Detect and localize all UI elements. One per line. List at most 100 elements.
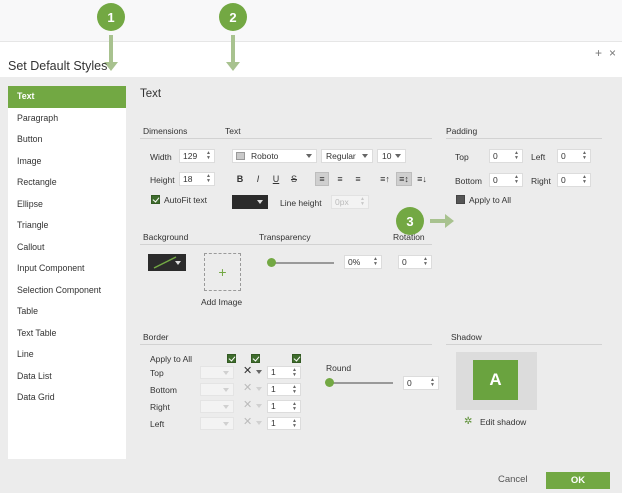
close-icon[interactable]: × (609, 46, 616, 60)
shadow-heading: Shadow (451, 332, 482, 342)
border-style-apply-all-checkbox[interactable] (251, 354, 260, 363)
border-left-style-select[interactable]: ✕ (241, 417, 263, 430)
padding-top-label: Top (455, 152, 469, 162)
valign-bottom-button[interactable]: ≡↓ (414, 172, 430, 186)
border-left-label: Left (150, 419, 165, 429)
border-left-color-select[interactable] (200, 417, 234, 430)
border-right-style-select[interactable]: ✕ (241, 400, 263, 413)
round-input[interactable]: 0 ▲ ▼ (403, 376, 439, 390)
line-height-input[interactable]: 0px ▲ ▼ (331, 195, 369, 209)
border-top-style-select[interactable]: ✕ (241, 366, 263, 379)
sidebar-item-text-table[interactable]: Text Table (8, 323, 126, 345)
valign-top-button[interactable]: ≡↑ (377, 172, 393, 186)
sidebar-item-data-grid[interactable]: Data Grid (8, 387, 126, 409)
padding-bottom-label: Bottom (455, 176, 482, 186)
border-width-apply-all-checkbox[interactable] (292, 354, 301, 363)
background-color-picker[interactable] (148, 254, 186, 271)
sidebar-item-paragraph[interactable]: Paragraph (8, 108, 126, 130)
font-size-select[interactable]: 10 (377, 149, 406, 163)
border-top-width-input[interactable]: 1 ▲ ▼ (267, 366, 301, 379)
height-input[interactable]: 18 ▲ ▼ (179, 172, 215, 186)
padding-left-input[interactable]: 0 ▲ ▼ (557, 149, 591, 163)
sidebar-item-selection-component[interactable]: Selection Component (8, 280, 126, 302)
cancel-button[interactable]: Cancel (498, 474, 528, 485)
padding-top-input[interactable]: 0 ▲ ▼ (489, 149, 523, 163)
border-color-apply-all-checkbox[interactable] (227, 354, 236, 363)
add-image-label: Add Image (201, 297, 243, 307)
callout-3-arrow (430, 214, 454, 228)
height-label: Height (150, 175, 175, 185)
round-slider-track[interactable] (330, 382, 393, 384)
border-bottom-style-select[interactable]: ✕ (241, 383, 263, 396)
bottom-divider-right (446, 344, 602, 345)
callout-2: 2 (219, 3, 247, 31)
mid-divider (140, 244, 432, 245)
autofit-label: AutoFit text (164, 195, 207, 205)
callout-2-arrow (226, 35, 240, 71)
border-left-width-input[interactable]: 1 ▲ ▼ (267, 417, 301, 430)
padding-apply-all-checkbox[interactable] (456, 195, 465, 204)
gear-icon[interactable]: ✲ (464, 416, 472, 427)
width-label: Width (150, 152, 172, 162)
sidebar-item-callout[interactable]: Callout (8, 237, 126, 259)
bold-button[interactable]: B (233, 172, 247, 186)
align-left-button[interactable]: ≡ (315, 172, 329, 186)
italic-button[interactable]: I (251, 172, 265, 186)
autofit-checkbox[interactable] (151, 195, 160, 204)
ok-button[interactable]: OK (546, 472, 610, 489)
transparency-slider-knob[interactable] (267, 258, 276, 267)
sidebar-item-text[interactable]: Text (8, 86, 126, 108)
padding-right-input[interactable]: 0 ▲ ▼ (557, 173, 591, 187)
round-label: Round (326, 363, 352, 373)
add-icon[interactable]: + (595, 46, 602, 60)
align-center-button[interactable]: ≡ (333, 172, 347, 186)
border-right-color-select[interactable] (200, 400, 234, 413)
underline-button[interactable]: U (269, 172, 283, 186)
transparency-heading: Transparency (259, 232, 311, 242)
text-heading: Text (225, 126, 241, 136)
sidebar-item-data-list[interactable]: Data List (8, 366, 126, 388)
sidebar-item-table[interactable]: Table (8, 301, 126, 323)
border-style-x-icon: ✕ (243, 416, 253, 428)
sidebar-item-triangle[interactable]: Triangle (8, 215, 126, 237)
padding-left-label: Left (531, 152, 546, 162)
text-color-picker[interactable] (232, 195, 268, 209)
border-bottom-width-input[interactable]: 1 ▲ ▼ (267, 383, 301, 396)
callout-1-arrow (104, 35, 118, 71)
width-input[interactable]: 129 ▲ ▼ (179, 149, 215, 163)
padding-heading: Padding (446, 126, 478, 136)
shadow-preview[interactable]: A (473, 360, 518, 400)
font-weight-select[interactable]: Regular (321, 149, 373, 163)
align-right-button[interactable]: ≡ (351, 172, 365, 186)
transparency-input[interactable]: 0% ▲ ▼ (344, 255, 382, 269)
strikethrough-button[interactable]: S (287, 172, 301, 186)
border-bottom-color-select[interactable] (200, 383, 234, 396)
callout-1: 1 (97, 3, 125, 31)
valign-middle-button[interactable]: ≡↕ (396, 172, 412, 186)
rotation-heading: Rotation (393, 232, 425, 242)
window-controls: + × (595, 46, 616, 60)
rotation-input[interactable]: 0 ▲ ▼ (398, 255, 432, 269)
padding-bottom-input[interactable]: 0 ▲ ▼ (489, 173, 523, 187)
border-right-width-input[interactable]: 1 ▲ ▼ (267, 400, 301, 413)
edit-shadow-link[interactable]: Edit shadow (480, 417, 526, 427)
element-type-list: Text Paragraph Button Image Rectangle El… (8, 86, 126, 459)
top-divider-left (140, 138, 432, 139)
border-bottom-label: Bottom (150, 385, 177, 395)
transparency-slider-track[interactable] (271, 262, 334, 264)
sidebar-item-rectangle[interactable]: Rectangle (8, 172, 126, 194)
sidebar-item-ellipse[interactable]: Ellipse (8, 194, 126, 216)
panel-title: Text (140, 88, 162, 100)
add-image-dropzone[interactable]: + (204, 253, 241, 291)
font-family-select[interactable]: Roboto (232, 149, 317, 163)
sidebar-item-input-component[interactable]: Input Component (8, 258, 126, 280)
round-slider-knob[interactable] (325, 378, 334, 387)
sidebar-item-button[interactable]: Button (8, 129, 126, 151)
font-icon (236, 152, 245, 160)
padding-apply-all-label: Apply to All (469, 195, 512, 205)
line-height-label: Line height (280, 198, 322, 208)
sidebar-item-image[interactable]: Image (8, 151, 126, 173)
sidebar-item-line[interactable]: Line (8, 344, 126, 366)
border-top-label: Top (150, 368, 164, 378)
border-top-color-select[interactable] (200, 366, 234, 379)
